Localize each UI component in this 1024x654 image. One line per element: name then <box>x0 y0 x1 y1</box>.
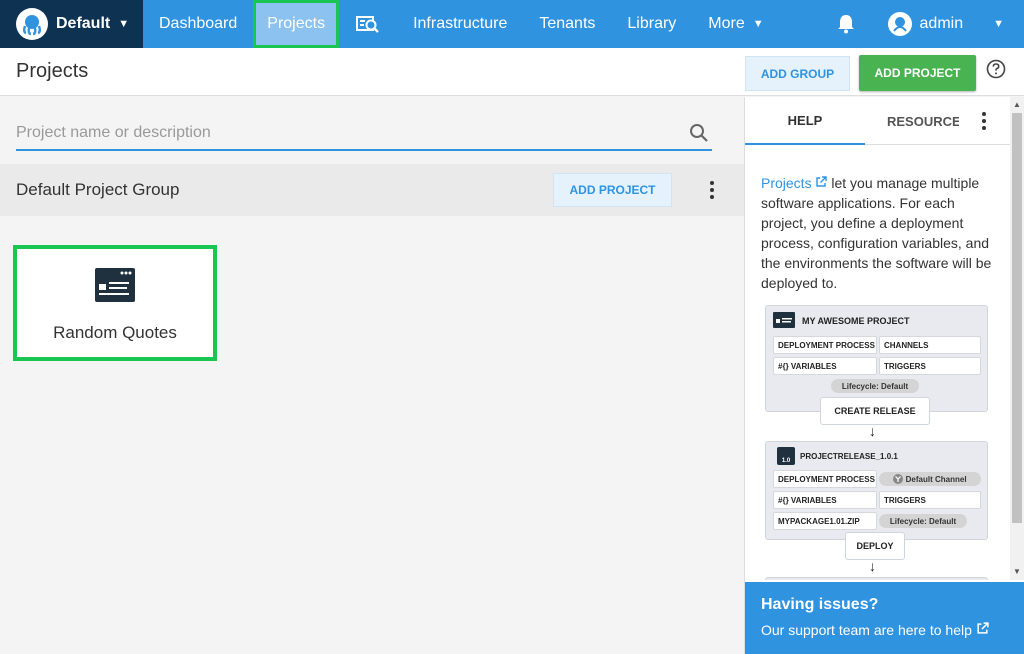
space-name: Default <box>56 15 111 32</box>
diagram-release-lifecycle: Lifecycle: Default <box>879 514 967 528</box>
diagram-variables-symbol: #{} <box>778 361 789 371</box>
octopus-logo-icon <box>16 8 48 40</box>
user-menu[interactable]: admin ▼ <box>887 12 1024 36</box>
search-icon[interactable] <box>688 122 710 144</box>
support-text-label: Our support team are here to help <box>761 622 972 638</box>
project-diagram: MY AWESOME PROJECT DEPLOYMENT PROCESS CH… <box>765 305 989 580</box>
tasks-icon <box>356 16 379 33</box>
bell-icon <box>837 15 854 34</box>
channel-icon <box>893 474 904 484</box>
nav-projects[interactable]: Projects <box>253 0 340 48</box>
page-title: Projects <box>16 60 89 82</box>
diagram-release-variables: #{} VARIABLES <box>773 491 877 509</box>
group-kebab-menu-icon[interactable] <box>702 180 722 200</box>
scroll-down-icon[interactable]: ▼ <box>1012 567 1022 577</box>
search-input[interactable] <box>16 124 676 142</box>
diagram-release-title: PROJECTRELEASE_1.0.1 <box>800 452 898 461</box>
project-icon <box>95 268 135 302</box>
caret-down-icon: ▼ <box>993 18 1004 30</box>
external-link-icon <box>977 622 989 634</box>
release-icon: 1.0 <box>777 447 795 465</box>
diagram-variables: #{} VARIABLES <box>773 357 877 375</box>
diagram-project-title: MY AWESOME PROJECT <box>802 316 910 326</box>
add-group-button[interactable]: ADD GROUP <box>745 56 850 91</box>
page-header: Projects ADD GROUP ADD PROJECT <box>0 48 1024 96</box>
top-navigation: Default ▼ Dashboard Projects Infrastruct… <box>0 0 1024 48</box>
diagram-default-channel-label: Default Channel <box>905 474 967 484</box>
projects-help-link[interactable]: Projects <box>761 175 831 191</box>
diagram-release-variables-symbol: #{} <box>778 495 789 505</box>
nav-tasks[interactable] <box>339 0 397 48</box>
caret-down-icon: ▼ <box>118 18 130 30</box>
diagram-environments-box <box>765 577 988 580</box>
diagram-release-triggers: TRIGGERS <box>879 491 981 509</box>
help-circle-icon[interactable] <box>986 59 1006 79</box>
scroll-up-icon[interactable]: ▲ <box>1012 100 1022 110</box>
add-project-button[interactable]: ADD PROJECT <box>859 55 976 91</box>
diagram-channels: CHANNELS <box>879 336 981 354</box>
diagram-triggers: TRIGGERS <box>879 357 981 375</box>
help-panel: HELP RESOURCES Projects let you manage m… <box>744 97 1024 654</box>
support-title: Having issues? <box>761 596 879 613</box>
panel-kebab-menu-icon[interactable] <box>974 111 994 131</box>
project-name: Random Quotes <box>53 323 177 342</box>
diagram-release-deployment-process: DEPLOYMENT PROCESS <box>773 470 877 488</box>
project-group-title: Default Project Group <box>16 180 180 199</box>
user-name: admin <box>919 15 964 32</box>
project-group-header: Default Project Group ADD PROJECT <box>0 164 744 216</box>
diagram-default-channel: Default Channel <box>879 472 981 486</box>
nav-infrastructure[interactable]: Infrastructure <box>397 0 523 48</box>
user-avatar-icon <box>887 12 912 36</box>
scroll-thumb[interactable] <box>1012 113 1022 523</box>
tab-help[interactable]: HELP <box>745 97 865 145</box>
caret-down-icon: ▼ <box>752 18 764 30</box>
diagram-release-variables-label: VARIABLES <box>790 495 837 505</box>
arrow-down-icon: ↓ <box>869 558 876 574</box>
nav-tenants[interactable]: Tenants <box>523 0 611 48</box>
support-banner[interactable]: Having issues? Our support team are here… <box>745 582 1024 654</box>
diagram-package: MYPACKAGE1.01.ZIP <box>773 512 877 530</box>
nav-more[interactable]: More ▼ <box>692 0 779 48</box>
arrow-down-icon: ↓ <box>869 423 876 439</box>
tab-resources[interactable]: RESOURCES <box>887 97 959 145</box>
support-text: Our support team are here to help <box>761 622 1009 638</box>
help-description-text: let you manage multiple software applica… <box>761 175 992 291</box>
diagram-create-release: CREATE RELEASE <box>820 397 930 425</box>
diagram-variables-label: VARIABLES <box>790 361 837 371</box>
help-description: Projects let you manage multiple softwar… <box>761 173 997 293</box>
search-bar <box>16 117 712 151</box>
main-content: Default Project Group ADD PROJECT Random… <box>0 97 744 654</box>
nav-library[interactable]: Library <box>611 0 692 48</box>
diagram-deploy: DEPLOY <box>845 532 905 560</box>
nav-more-label: More <box>708 15 745 32</box>
diagram-lifecycle: Lifecycle: Default <box>831 379 919 393</box>
project-card[interactable]: Random Quotes <box>13 245 217 361</box>
panel-tabs: HELP RESOURCES <box>745 97 1010 145</box>
release-version: 1.0 <box>781 458 791 464</box>
notifications-button[interactable] <box>830 0 862 48</box>
space-switcher[interactable]: Default ▼ <box>0 0 143 48</box>
external-link-icon <box>816 176 828 187</box>
project-icon <box>773 312 795 328</box>
diagram-deployment-process: DEPLOYMENT PROCESS <box>773 336 877 354</box>
nav-dashboard[interactable]: Dashboard <box>143 0 253 48</box>
projects-help-link-label: Projects <box>761 175 812 191</box>
group-add-project-button[interactable]: ADD PROJECT <box>553 173 672 207</box>
panel-scrollbar[interactable]: ▲ ▼ <box>1010 97 1024 580</box>
